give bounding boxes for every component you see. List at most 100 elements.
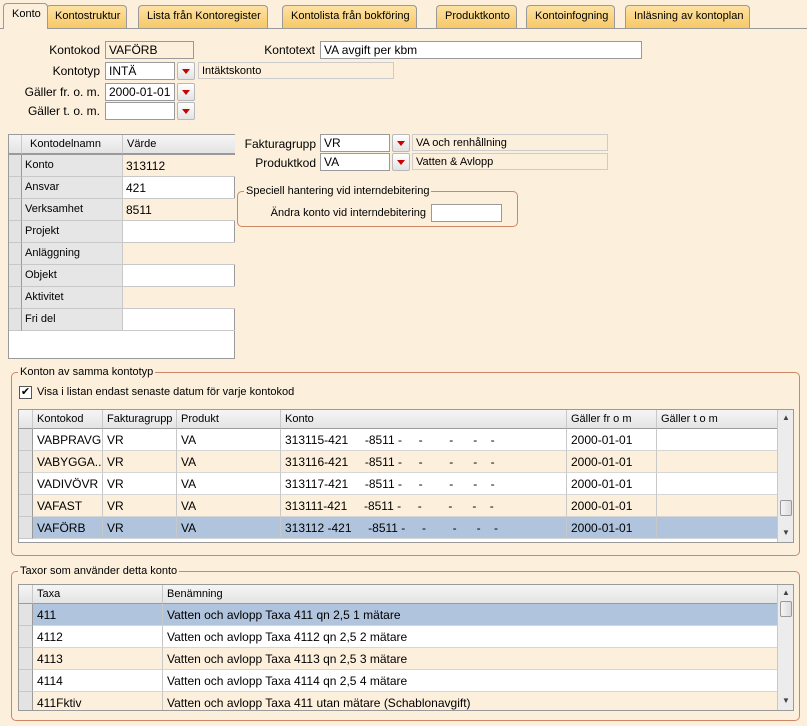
- header-galler-from[interactable]: Gäller fr o m: [567, 410, 657, 429]
- cell-taxa: 411Fktiv: [33, 692, 163, 710]
- kontodel-row[interactable]: Objekt: [9, 265, 235, 287]
- cell-fakturagrupp: VR: [103, 473, 177, 495]
- galler-from-dropdown-icon[interactable]: [177, 83, 195, 101]
- cell-konto: 313116-421 -8511 - - - - -: [281, 451, 567, 473]
- kontodel-name: Verksamhet: [22, 199, 123, 221]
- cell-produkt: VA: [177, 495, 281, 517]
- table-row-selected[interactable]: VAFÖRB VR VA 313112 -421 -8511 - - - - -…: [19, 517, 778, 539]
- kontodel-value[interactable]: 8511: [123, 199, 235, 221]
- header-taxa[interactable]: Taxa: [33, 585, 163, 604]
- header-galler-tom[interactable]: Gäller t o m: [657, 410, 778, 429]
- kontotyp-info: Intäktskonto: [198, 62, 394, 79]
- produktkod-select[interactable]: VA: [320, 153, 390, 171]
- cell-produkt: VA: [177, 451, 281, 473]
- produktkod-label: Produktkod: [255, 156, 316, 170]
- cell-galler-from: 2000-01-01: [567, 451, 657, 473]
- kontodel-row[interactable]: Ansvar 421: [9, 177, 235, 199]
- header-benamning[interactable]: Benämning: [163, 585, 778, 604]
- scroll-thumb[interactable]: [780, 500, 792, 516]
- taxor-vertical-scrollbar[interactable]: ▲ ▼: [777, 585, 793, 710]
- header-produkt[interactable]: Produkt: [177, 410, 281, 429]
- header-kontodelnamn[interactable]: Kontodelnamn: [22, 135, 123, 154]
- tab-kontoinfogning[interactable]: Kontoinfogning: [526, 5, 616, 28]
- taxor-grid: Taxa Benämning 411 Vatten och avlopp Tax…: [18, 584, 794, 711]
- galler-from-label: Gäller fr. o. m.: [24, 85, 100, 99]
- fakturagrupp-label: Fakturagrupp: [244, 137, 316, 151]
- cell-produkt: VA: [177, 429, 281, 451]
- cell-taxa: 4113: [33, 648, 163, 670]
- header-fakturagrupp[interactable]: Fakturagrupp: [103, 410, 177, 429]
- table-row[interactable]: 4113 Vatten och avlopp Taxa 4113 qn 2,5 …: [19, 648, 778, 670]
- kontodel-value[interactable]: [123, 221, 235, 243]
- kontodel-row[interactable]: Aktivitet: [9, 287, 235, 309]
- tab-inlasning-av-kontoplan[interactable]: Inläsning av kontoplan: [625, 5, 751, 28]
- scroll-up-icon[interactable]: ▲: [779, 411, 793, 425]
- kontodel-value[interactable]: 421: [123, 177, 235, 199]
- cell-galler-from: 2000-01-01: [567, 473, 657, 495]
- cell-taxa: 4114: [33, 670, 163, 692]
- kontotyp-select[interactable]: INTÄ: [105, 62, 175, 80]
- kontodel-row[interactable]: Projekt: [9, 221, 235, 243]
- kontokod-label: Kontokod: [49, 43, 100, 57]
- kontodel-name: Projekt: [22, 221, 123, 243]
- kontotyp-label: Kontotyp: [52, 64, 100, 78]
- fakturagrupp-dropdown-icon[interactable]: [392, 134, 410, 152]
- galler-tom-dropdown-icon[interactable]: [177, 102, 195, 120]
- kontodel-row[interactable]: Fri del: [9, 309, 235, 331]
- special-hantering-legend: Speciell hantering vid interndebitering: [246, 185, 430, 197]
- galler-from-field[interactable]: 2000-01-01: [105, 83, 175, 101]
- kontotext-field[interactable]: VA avgift per kbm: [320, 41, 642, 59]
- header-varde[interactable]: Värde: [123, 135, 235, 154]
- samma-vertical-scrollbar[interactable]: ▲ ▼: [777, 410, 793, 542]
- table-row[interactable]: 4114 Vatten och avlopp Taxa 4114 qn 2,5 …: [19, 670, 778, 692]
- header-konto[interactable]: Konto: [281, 410, 567, 429]
- kontotyp-dropdown-icon[interactable]: [177, 62, 195, 80]
- andra-konto-field[interactable]: [431, 204, 502, 222]
- fakturagrupp-select[interactable]: VR: [320, 134, 390, 152]
- kontodel-name: Fri del: [22, 309, 123, 331]
- cell-galler-from: 2000-01-01: [567, 429, 657, 451]
- tab-produktkonto[interactable]: Produktkonto: [436, 5, 517, 28]
- tab-konto[interactable]: Konto: [3, 3, 48, 29]
- header-kontokod[interactable]: Kontokod: [33, 410, 103, 429]
- produktkod-dropdown-icon[interactable]: [392, 153, 410, 171]
- senaste-datum-checkbox[interactable]: ✔: [19, 386, 32, 399]
- kontodel-value[interactable]: 313112: [123, 155, 235, 177]
- kontodel-grid-header: Kontodelnamn Värde: [9, 135, 235, 155]
- cell-galler-tom: [657, 473, 778, 495]
- table-row[interactable]: VADIVÖVR VR VA 313117-421 -8511 - - - - …: [19, 473, 778, 495]
- scroll-up-icon[interactable]: ▲: [779, 586, 793, 600]
- samma-kontotyp-grid: Kontokod Fakturagrupp Produkt Konto Gäll…: [18, 409, 794, 543]
- table-row[interactable]: VABYGGA... VR VA 313116-421 -8511 - - - …: [19, 451, 778, 473]
- table-row[interactable]: VABPRAVG VR VA 313115-421 -8511 - - - - …: [19, 429, 778, 451]
- tab-kontolista-fran-bokforing[interactable]: Kontolista från bokföring: [282, 5, 417, 28]
- table-row-selected[interactable]: 411 Vatten och avlopp Taxa 411 qn 2,5 1 …: [19, 604, 778, 626]
- cell-produkt: VA: [177, 473, 281, 495]
- cell-galler-from: 2000-01-01: [567, 517, 657, 539]
- cell-kontokod: VADIVÖVR: [33, 473, 103, 495]
- kontokod-field[interactable]: VAFÖRB: [105, 41, 194, 59]
- kontodel-name: Aktivitet: [22, 287, 123, 309]
- kontodel-value[interactable]: [123, 265, 235, 287]
- produktkod-info: Vatten & Avlopp: [412, 153, 608, 170]
- kontodel-value[interactable]: [123, 309, 235, 331]
- tab-lista-fran-kontoregister[interactable]: Lista från Kontoregister: [138, 5, 268, 28]
- kontodel-value[interactable]: [123, 287, 235, 309]
- galler-tom-field[interactable]: [105, 102, 175, 120]
- table-row[interactable]: VAFAST VR VA 313111-421 -8511 - - - - - …: [19, 495, 778, 517]
- row-selector-header: [9, 135, 22, 154]
- cell-konto: 313111-421 -8511 - - - - -: [281, 495, 567, 517]
- scroll-thumb[interactable]: [780, 601, 792, 617]
- scroll-down-icon[interactable]: ▼: [779, 526, 793, 540]
- table-row[interactable]: 411Fktiv Vatten och avlopp Taxa 411 utan…: [19, 692, 778, 710]
- table-row[interactable]: 4112 Vatten och avlopp Taxa 4112 qn 2,5 …: [19, 626, 778, 648]
- scroll-down-icon[interactable]: ▼: [779, 694, 793, 708]
- kontodel-row[interactable]: Konto 313112: [9, 155, 235, 177]
- kontodel-value[interactable]: [123, 243, 235, 265]
- fakturagrupp-info: VA och renhållning: [412, 134, 608, 151]
- kontodel-row[interactable]: Anläggning: [9, 243, 235, 265]
- tab-kontostruktur[interactable]: Kontostruktur: [46, 5, 128, 28]
- samma-kontotyp-legend: Konton av samma kontotyp: [20, 366, 154, 378]
- kontodel-row[interactable]: Verksamhet 8511: [9, 199, 235, 221]
- cell-produkt: VA: [177, 517, 281, 539]
